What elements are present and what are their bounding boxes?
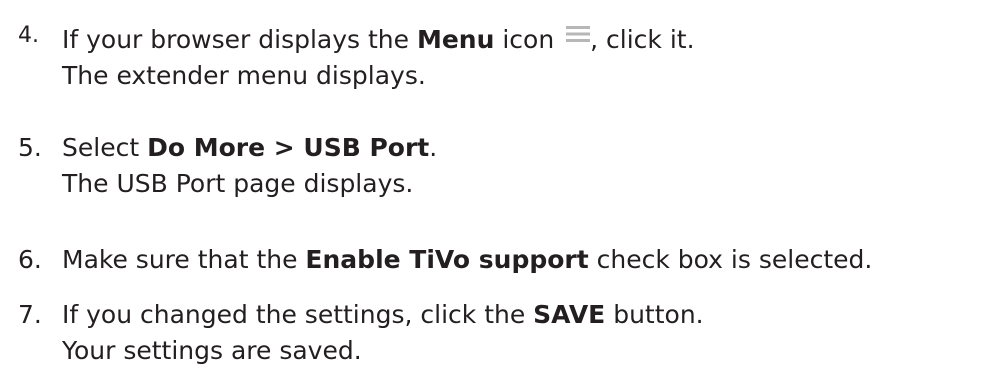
step-5: 5. Select Do More > USB Port. The USB Por… xyxy=(18,130,437,202)
step-7: 7. If you changed the settings, click the… xyxy=(18,297,704,369)
step-text-prefix: Make sure that the xyxy=(62,245,306,274)
step-text-suffix: check box is selected. xyxy=(588,245,873,274)
step-text-suffix: , click it. xyxy=(590,25,695,54)
step-text: Select Do More > USB Port. xyxy=(62,133,437,162)
step-text-suffix: button. xyxy=(605,300,704,329)
step-6: 6. Make sure that the Enable TiVo support… xyxy=(18,242,872,278)
step-result: The USB Port page displays. xyxy=(62,169,414,198)
step-text: Make sure that the Enable TiVo support c… xyxy=(62,245,872,274)
step-text-prefix: Select xyxy=(62,133,148,162)
step-text-suffix: . xyxy=(429,133,438,162)
menu-icon xyxy=(566,26,591,42)
ui-label-enable-tivo-support: Enable TiVo support xyxy=(305,245,589,274)
step-text-middle: icon xyxy=(494,25,563,54)
step-text: If you changed the settings, click the S… xyxy=(62,300,704,329)
step-result: The extender menu displays. xyxy=(62,61,426,90)
step-result: Your settings are saved. xyxy=(62,336,362,365)
ui-label-save: SAVE xyxy=(533,300,606,329)
step-text: If your browser displays the Menu icon ,… xyxy=(18,25,695,54)
step-number: 6. xyxy=(18,245,42,274)
step-4: 4. If your browser displays the Menu ico… xyxy=(18,22,695,94)
step-number: 7. xyxy=(18,300,42,329)
ui-label-menu: Menu xyxy=(416,25,495,54)
step-text-prefix: If you changed the settings, click the xyxy=(62,300,534,329)
step-text-prefix: If your browser displays the xyxy=(62,25,417,54)
ui-label-usb-port-path: Do More > USB Port xyxy=(147,133,430,162)
step-number: 5. xyxy=(18,133,42,162)
step-number: 4. xyxy=(18,23,39,48)
